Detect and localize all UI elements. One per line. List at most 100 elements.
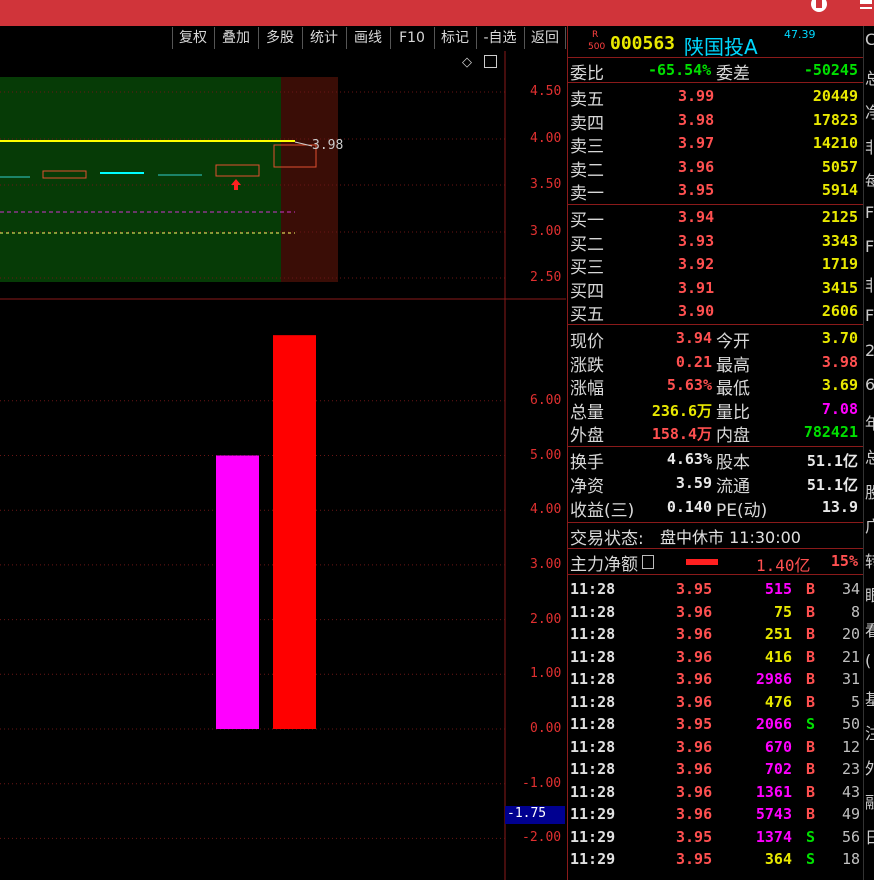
sell-row[interactable]: 卖二 3.96 5057: [568, 156, 862, 181]
tick-price: 3.96: [676, 782, 713, 801]
lower-axis-label: -1.00: [522, 775, 562, 791]
mark-button[interactable]: 标记: [434, 27, 475, 49]
chart-area[interactable]: ◇ 3.98 4.50 4.00 3.50 3.00 2.50 6.00 5.00…: [0, 51, 566, 880]
tick-time: 11:28: [570, 602, 616, 621]
tick-direction: S: [806, 827, 816, 846]
stat-value: 3.98: [821, 352, 858, 371]
stat-label: 外盘: [570, 426, 604, 447]
buy-volume: 1719: [821, 255, 858, 274]
tick-time: 11:28: [570, 625, 616, 643]
main-flow-label: 主力净额: [570, 555, 638, 575]
sell-label: 卖二: [570, 160, 604, 181]
sell-row[interactable]: 卖一 3.95 5914: [568, 179, 862, 204]
stat-label: 总量: [570, 402, 604, 423]
stats-button[interactable]: 统计: [302, 27, 345, 49]
stat-value: 0.21: [675, 352, 712, 371]
buy-row[interactable]: 买四 3.91 3415: [568, 277, 862, 302]
window-icon[interactable]: [484, 55, 497, 68]
multi-stock-button[interactable]: 多股: [258, 27, 301, 49]
tick-count: 18: [841, 850, 860, 868]
sell-row[interactable]: 卖三 3.97 14210: [568, 132, 862, 157]
stat-label: 量比: [716, 402, 750, 423]
side-char: F: [865, 237, 874, 256]
lower-axis-label: 4.00: [530, 502, 562, 518]
side-char: 眼: [865, 582, 874, 606]
tick-price: 3.96: [676, 805, 713, 823]
sell-row[interactable]: 卖四 3.98 17823: [568, 109, 862, 134]
overlay-button[interactable]: 叠加: [214, 27, 257, 49]
diamond-icon[interactable]: ◇: [462, 55, 472, 70]
buy-label: 买五: [570, 305, 604, 326]
sell-volume: 20449: [812, 87, 858, 105]
tick-price: 3.96: [676, 647, 713, 666]
buy-row[interactable]: 买二 3.93 3343: [568, 230, 862, 255]
buy-row[interactable]: 买一 3.94 2125: [568, 206, 862, 231]
volume-bar: [273, 335, 316, 729]
main-flow-pct: 15%: [830, 552, 858, 570]
lower-axis-label: 5.00: [530, 447, 562, 463]
weibi-label: 委比: [570, 64, 604, 84]
sell-price: 3.97: [678, 134, 715, 153]
draw-line-button[interactable]: 画线: [346, 27, 389, 49]
tick-count: 43: [841, 782, 860, 801]
watchlist-button[interactable]: -自选: [476, 27, 523, 49]
upper-axis-label: 3.50: [530, 177, 562, 192]
tick-row: 11:28 3.96 476 B 5: [568, 690, 864, 713]
back-button[interactable]: 返回: [524, 27, 566, 49]
tick-volume: 670: [764, 737, 792, 756]
side-char: 年: [865, 410, 874, 434]
tick-volume: 476: [764, 692, 792, 711]
tick-count: 50: [841, 715, 860, 733]
sell-label: 卖五: [570, 90, 604, 110]
lower-axis-label: 2.00: [530, 611, 562, 627]
sell-price: 3.99: [678, 87, 715, 105]
side-char: 6: [865, 375, 874, 394]
sell-price: 3.98: [678, 110, 715, 129]
r-num: 500: [588, 42, 606, 52]
side-char: (: [865, 651, 872, 670]
stat-value: 7.08: [821, 399, 858, 418]
stat-label: 现价: [570, 332, 604, 352]
tick-row: 11:29 3.96 5743 B 49: [568, 802, 864, 825]
side-char: 融: [865, 789, 874, 813]
tick-time: 11:28: [570, 670, 616, 688]
f10-button[interactable]: F10: [390, 27, 433, 49]
buy-row[interactable]: 买三 3.92 1719: [568, 253, 862, 279]
tick-count: 8: [850, 602, 860, 621]
stat-label: 内盘: [716, 426, 750, 447]
fuquan-button[interactable]: 复权: [172, 27, 213, 49]
side-char: 日: [865, 824, 874, 848]
stock-name: 陕国投A: [684, 35, 758, 59]
quote-panel: R 500 000563 陕国投A 47.39 委比 -65.54% 委差 -5…: [567, 26, 864, 880]
tick-row: 11:28 3.96 2986 B 31: [568, 667, 864, 690]
side-char: 总: [865, 444, 874, 468]
tick-time: 11:28: [570, 760, 616, 778]
user-icon[interactable]: [808, 0, 830, 16]
buy-label: 买三: [570, 258, 604, 279]
tick-volume: 416: [764, 647, 792, 666]
stat-value: 51.1亿: [806, 476, 858, 494]
stat-label: 收益(三): [570, 501, 635, 521]
right-side-panel: C总净非每FF非F26年总股广转眼看(基注外融日: [863, 26, 874, 880]
side-char: F: [865, 306, 874, 325]
sell-row[interactable]: 卖五 3.99 20449: [568, 85, 862, 110]
stat-label: 今开: [716, 332, 750, 352]
tick-time: 11:28: [570, 737, 616, 756]
tick-price: 3.95: [676, 580, 713, 598]
stat-label: 涨跌: [570, 355, 604, 376]
menu-icon[interactable]: [858, 0, 874, 16]
buy-row[interactable]: 买五 3.90 2606: [568, 300, 862, 326]
buy-price: 3.94: [678, 208, 715, 226]
buy-price: 3.91: [678, 278, 715, 297]
stat-row: 涨幅 5.63% 最低 3.69: [568, 374, 862, 399]
stat-row: 收益(三) 0.140 PE(动) 13.9: [568, 496, 862, 521]
tick-time: 11:28: [570, 782, 616, 801]
main-flow-value: 1.40亿: [756, 556, 811, 575]
list-icon[interactable]: [642, 555, 654, 569]
stat-label: 最高: [716, 355, 750, 376]
side-char: 转: [865, 548, 874, 572]
main-flow-row[interactable]: 主力净额 1.40亿 15%: [568, 550, 862, 575]
tick-volume: 5743: [755, 805, 792, 823]
sell-price: 3.96: [678, 157, 715, 176]
upper-panel-bg: [0, 77, 281, 282]
